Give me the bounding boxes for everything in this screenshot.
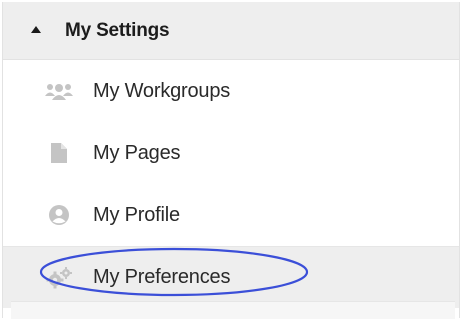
menu-item-label: My Pages: [93, 141, 181, 164]
menu-item-my-pages[interactable]: My Pages: [3, 122, 459, 184]
user-circle-icon: [43, 199, 75, 231]
menu-item-label: My Workgroups: [93, 79, 231, 102]
users-icon: [43, 75, 75, 107]
section-title: My Settings: [65, 19, 170, 41]
menu-item-my-workgroups[interactable]: My Workgroups: [3, 60, 459, 122]
menu-item-label: My Profile: [93, 203, 180, 226]
document-icon: [43, 137, 75, 169]
my-settings-header[interactable]: My Settings: [3, 2, 459, 60]
menu-item-my-profile[interactable]: My Profile: [3, 184, 459, 246]
bottom-strip: [11, 301, 455, 319]
caret-up-icon: [31, 26, 41, 33]
settings-panel: My Settings My Workgroups My Pages My Pr…: [2, 2, 460, 319]
menu-item-label: My Preferences: [93, 266, 231, 288]
gears-icon: [43, 262, 75, 294]
menu-item-my-preferences[interactable]: My Preferences: [3, 246, 459, 308]
